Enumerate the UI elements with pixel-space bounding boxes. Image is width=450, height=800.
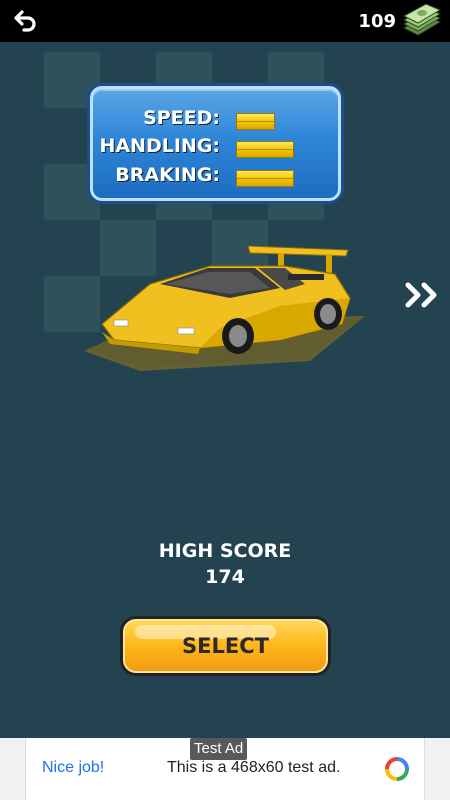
test-ad-tag: Test Ad: [190, 738, 248, 760]
high-score-value: 174: [205, 566, 245, 588]
select-button-label: SELECT: [182, 634, 269, 658]
money-display: 109: [358, 0, 444, 42]
stat-label-speed: SPEED:: [143, 107, 220, 129]
stat-row-speed: SPEED:: [93, 107, 338, 135]
stat-label-braking: BRAKING:: [115, 164, 220, 186]
stat-row-braking: BRAKING:: [93, 164, 338, 192]
stat-label-handling: HANDLING:: [99, 135, 220, 157]
car-stats-panel: SPEED: HANDLING: BRAKING:: [90, 86, 341, 201]
ad-body-text: This is a 468x60 test ad.: [167, 759, 341, 776]
stat-row-handling: HANDLING:: [93, 135, 338, 163]
back-button[interactable]: [10, 6, 42, 36]
ad-network-logo-icon: [385, 757, 409, 781]
stat-bar-braking: [236, 170, 294, 187]
undo-arrow-icon: [14, 10, 36, 32]
stat-bar-handling: [236, 141, 294, 158]
cash-stack-icon: [402, 3, 442, 36]
top-bar: 109: [0, 0, 450, 42]
yellow-sports-car[interactable]: [80, 236, 372, 376]
ad-nice-text: Nice job!: [42, 759, 105, 776]
select-button-face[interactable]: SELECT: [123, 619, 328, 673]
high-score-label: HIGH SCORE: [158, 540, 292, 562]
select-button[interactable]: SELECT: [120, 616, 331, 676]
double-chevron-right-icon[interactable]: [404, 280, 442, 310]
stat-bar-speed: [236, 113, 275, 130]
money-count: 109: [358, 10, 396, 32]
